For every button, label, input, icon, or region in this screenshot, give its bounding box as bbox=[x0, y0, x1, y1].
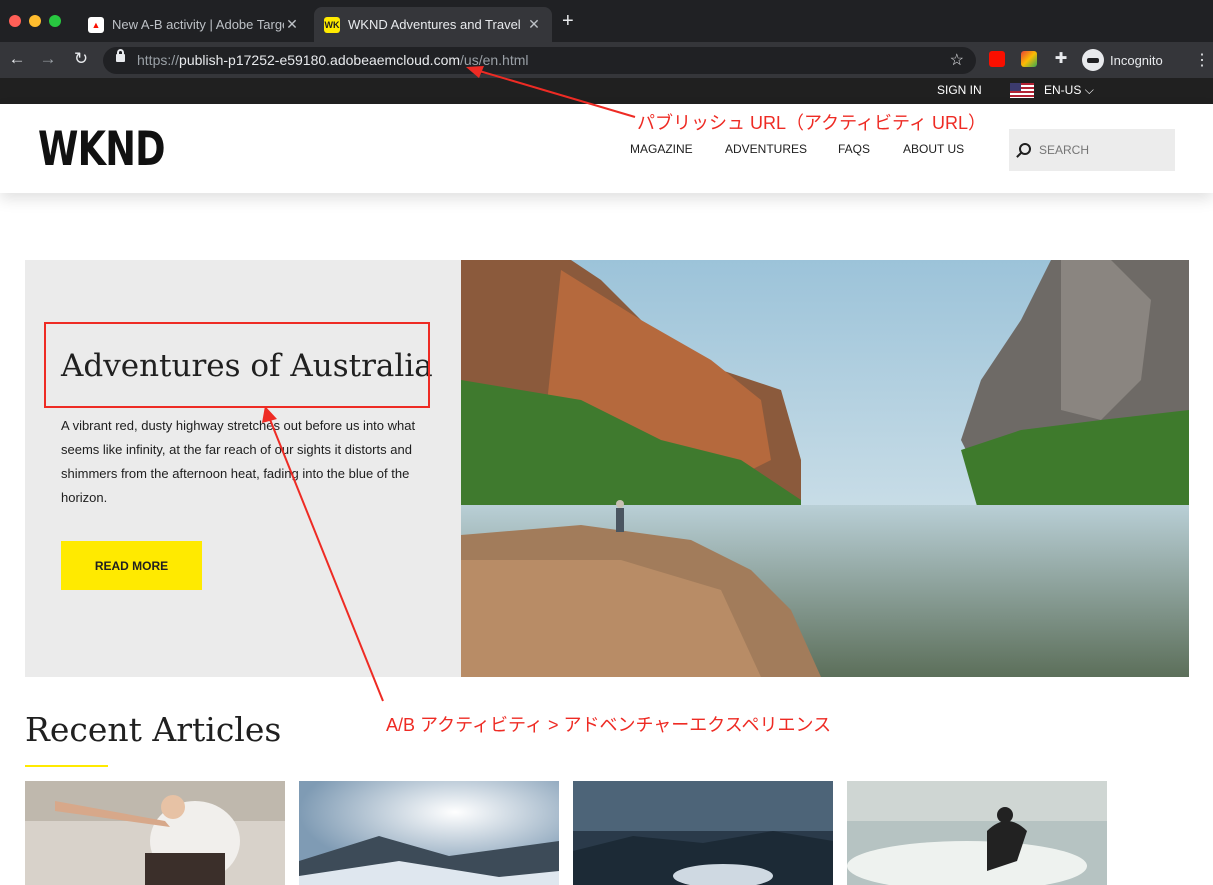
nav-faqs[interactable]: FAQS bbox=[838, 142, 870, 156]
close-tab-icon[interactable]: ✕ bbox=[284, 16, 300, 33]
us-flag-icon bbox=[1010, 83, 1034, 98]
close-tab-icon[interactable]: ✕ bbox=[526, 16, 542, 33]
adobe-icon: ▲ bbox=[88, 16, 104, 33]
url-scheme: https:// bbox=[137, 52, 180, 68]
search-icon bbox=[1019, 143, 1031, 155]
incognito-label: Incognito bbox=[1110, 52, 1163, 68]
minimize-window-button[interactable] bbox=[29, 15, 41, 27]
maximize-window-button[interactable] bbox=[49, 15, 61, 27]
hero-image bbox=[461, 260, 1189, 677]
skateboarder-image bbox=[25, 781, 285, 885]
new-tab-icon[interactable]: + bbox=[562, 10, 574, 33]
language-selector[interactable]: EN-US ⌵ bbox=[1044, 83, 1094, 98]
incognito-indicator[interactable]: Incognito bbox=[1082, 47, 1163, 73]
nav-about-us[interactable]: ABOUT US bbox=[903, 142, 964, 156]
hero-description: A vibrant red, dusty highway stretches o… bbox=[61, 418, 416, 505]
site-header: WKND MAGAZINE ADVENTURES FAQS ABOUT US bbox=[0, 104, 1213, 193]
browser-tab-adobe-target[interactable]: ▲ New A-B activity | Adobe Targe ✕ bbox=[78, 7, 310, 42]
nav-magazine[interactable]: MAGAZINE bbox=[630, 142, 693, 156]
article-card-surf[interactable] bbox=[847, 781, 1107, 885]
snowy-mountain-image bbox=[299, 781, 559, 885]
ab-activity-annotation: A/B アクティビティ > アドベンチャーエクスペリエンス bbox=[386, 715, 832, 735]
tab-title: New A-B activity | Adobe Targe bbox=[112, 17, 284, 32]
address-bar[interactable]: https://publish-p17252-e59180.adobeaemcl… bbox=[103, 47, 976, 74]
chevron-down-icon: ⌵ bbox=[1084, 83, 1094, 97]
ocean-wave-image bbox=[573, 781, 833, 885]
back-icon[interactable]: ← bbox=[6, 48, 28, 70]
lock-icon bbox=[116, 49, 125, 62]
browser-toolbar: ← → ↻ https://publish-p17252-e59180.adob… bbox=[0, 42, 1213, 78]
read-more-button[interactable]: READ MORE bbox=[61, 541, 202, 590]
article-card-wave[interactable] bbox=[573, 781, 833, 885]
tab-title: WKND Adventures and Travel bbox=[348, 17, 521, 32]
menu-kebab-icon[interactable]: ⋮ bbox=[1194, 50, 1210, 70]
forward-icon[interactable]: → bbox=[37, 48, 59, 70]
site-logo[interactable]: WKND bbox=[38, 122, 166, 177]
wknd-icon: WK bbox=[324, 16, 340, 33]
article-card-mountain[interactable] bbox=[299, 781, 559, 885]
url-text[interactable]: https://publish-p17252-e59180.adobeaemcl… bbox=[137, 52, 529, 68]
search-box[interactable] bbox=[1009, 129, 1175, 171]
language-label: EN-US bbox=[1044, 83, 1082, 97]
surfer-image bbox=[847, 781, 1107, 885]
hero-title-highlight-box bbox=[44, 322, 430, 408]
browser-tab-wknd[interactable]: WK WKND Adventures and Travel ✕ bbox=[314, 7, 552, 42]
nav-adventures[interactable]: ADVENTURES bbox=[725, 142, 807, 156]
adobe-extension-icon[interactable] bbox=[989, 51, 1005, 67]
heading-underline bbox=[25, 765, 108, 767]
incognito-icon bbox=[1082, 49, 1104, 71]
puzzle-extensions-icon[interactable]: ✚ bbox=[1050, 48, 1072, 70]
bookmark-star-icon[interactable]: ☆ bbox=[950, 50, 964, 70]
url-path: /us/en.html bbox=[460, 52, 529, 68]
extension-icon[interactable] bbox=[1021, 51, 1037, 67]
article-card-skateboard[interactable] bbox=[25, 781, 285, 885]
australia-gorge-image bbox=[461, 260, 1189, 677]
reload-icon[interactable]: ↻ bbox=[70, 48, 92, 70]
site-top-strip: SIGN IN EN-US ⌵ bbox=[0, 78, 1213, 104]
publish-url-annotation: パブリッシュ URL（アクティビティ URL） bbox=[637, 113, 986, 133]
browser-tab-bar: ▲ New A-B activity | Adobe Targe ✕ WK WK… bbox=[0, 0, 1213, 42]
recent-articles-heading: Recent Articles bbox=[25, 710, 282, 749]
sign-in-link[interactable]: SIGN IN bbox=[937, 83, 982, 97]
url-host: publish-p17252-e59180.adobeaemcloud.com bbox=[179, 52, 461, 68]
search-input[interactable] bbox=[1037, 139, 1167, 161]
close-window-button[interactable] bbox=[9, 15, 21, 27]
